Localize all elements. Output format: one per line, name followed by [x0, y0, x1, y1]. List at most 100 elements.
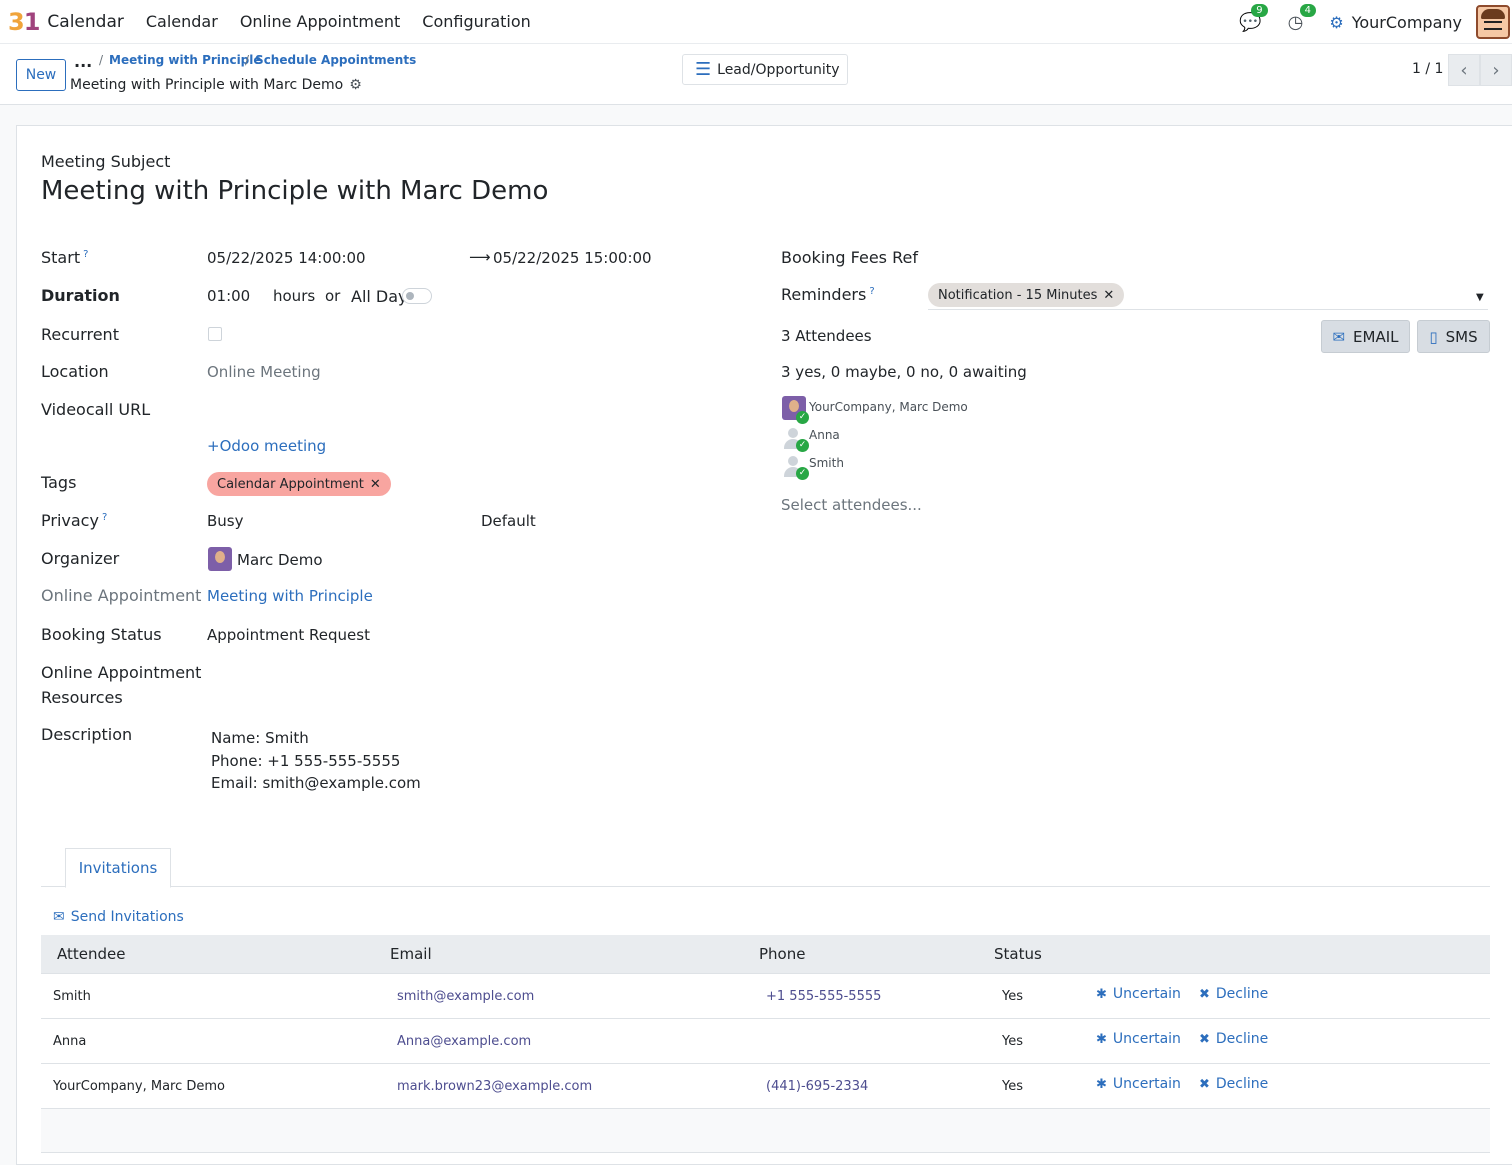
- gear-icon[interactable]: ⚙: [349, 77, 362, 93]
- cell-attendee: YourCompany, Marc Demo: [53, 1079, 226, 1094]
- uncertain-button[interactable]: ✱ Uncertain: [1096, 1076, 1181, 1092]
- help-icon[interactable]: ?: [869, 286, 874, 297]
- duration-field[interactable]: 01:00: [207, 287, 250, 305]
- asterisk-icon: ✱: [1096, 1032, 1107, 1047]
- remove-tag-icon[interactable]: ✕: [370, 477, 381, 492]
- tab-invitations[interactable]: Invitations: [65, 848, 171, 888]
- times-circle-icon: ✖: [1199, 987, 1210, 1002]
- menu-calendar[interactable]: Calendar: [146, 12, 218, 31]
- table-header: Attendee Email Phone Status: [41, 935, 1490, 974]
- app-name[interactable]: Calendar: [47, 12, 123, 32]
- cell-attendee: Smith: [53, 989, 91, 1004]
- odoo-meeting-link[interactable]: +Odoo meeting: [207, 437, 326, 455]
- cell-email[interactable]: mark.brown23@example.com: [397, 1079, 592, 1094]
- record-title: Meeting with Principle with Marc Demo ⚙: [70, 77, 362, 93]
- column-status[interactable]: Status: [994, 945, 1042, 963]
- resources-label-line1: Online Appointment: [41, 663, 202, 682]
- recurrent-label: Recurrent: [41, 325, 119, 344]
- company-name[interactable]: YourCompany: [1352, 13, 1462, 32]
- description-line[interactable]: Name: Smith: [211, 729, 309, 747]
- uncertain-button[interactable]: ✱ Uncertain: [1096, 986, 1181, 1002]
- privacy-field[interactable]: Default: [481, 512, 536, 530]
- accepted-icon: ✓: [796, 467, 809, 480]
- messages-icon[interactable]: 💬 9: [1239, 3, 1268, 33]
- help-icon[interactable]: ?: [102, 512, 107, 523]
- start-label: Start?: [41, 248, 89, 267]
- description-line[interactable]: Email: smith@example.com: [211, 774, 421, 792]
- table-row[interactable]: Smith smith@example.com +1 555-555-5555 …: [41, 974, 1490, 1019]
- activities-icon[interactable]: ◷ 4: [1288, 3, 1317, 33]
- help-icon[interactable]: ?: [83, 249, 88, 260]
- show-as-field[interactable]: Busy: [207, 512, 244, 530]
- cell-status: Yes: [1002, 1034, 1023, 1049]
- envelope-icon: ✉: [1332, 327, 1346, 346]
- cell-attendee: Anna: [53, 1034, 87, 1049]
- resources-label-line2: Resources: [41, 688, 123, 707]
- menu-configuration[interactable]: Configuration: [422, 12, 531, 31]
- reminders-label: Reminders?: [781, 285, 875, 304]
- attendees-count: 3 Attendees: [781, 327, 872, 345]
- videocall-label: Videocall URL: [41, 400, 151, 419]
- lead-opportunity-button[interactable]: ☰ Lead/Opportunity: [682, 54, 848, 85]
- organizer-label: Organizer: [41, 549, 120, 568]
- allday-label: All Day: [351, 287, 408, 306]
- calendar-app-icon[interactable]: 31: [8, 8, 40, 36]
- breadcrumb-meeting-with-principle[interactable]: / Meeting with Principle: [99, 53, 262, 67]
- cell-email[interactable]: smith@example.com: [397, 989, 534, 1004]
- cell-status: Yes: [1002, 989, 1023, 1004]
- tag-calendar-appointment: Calendar Appointment ✕: [207, 472, 391, 496]
- email-button[interactable]: ✉ EMAIL: [1321, 320, 1410, 353]
- asterisk-icon: ✱: [1096, 1077, 1107, 1092]
- decline-button[interactable]: ✖ Decline: [1199, 1031, 1268, 1047]
- attendee-name[interactable]: Smith: [809, 456, 844, 470]
- table-row[interactable]: YourCompany, Marc Demo mark.brown23@exam…: [41, 1064, 1490, 1109]
- decline-button[interactable]: ✖ Decline: [1199, 1076, 1268, 1092]
- company-switch-icon[interactable]: ⚙: [1329, 13, 1343, 32]
- subject-field[interactable]: Meeting with Principle with Marc Demo: [41, 176, 548, 206]
- breadcrumb-more[interactable]: ...: [74, 52, 92, 71]
- pager-previous-button[interactable]: ‹: [1448, 54, 1480, 86]
- decline-button[interactable]: ✖ Decline: [1199, 986, 1268, 1002]
- times-circle-icon: ✖: [1199, 1077, 1210, 1092]
- allday-toggle[interactable]: [402, 288, 432, 304]
- envelope-icon: ✉: [53, 909, 65, 925]
- sms-button[interactable]: ▯ SMS: [1417, 320, 1490, 353]
- stop-field[interactable]: 05/22/2025 15:00:00: [493, 249, 652, 267]
- remove-reminder-icon[interactable]: ✕: [1103, 288, 1114, 303]
- breadcrumb-schedule-appointments[interactable]: / Schedule Appointments: [245, 53, 416, 67]
- subject-label: Meeting Subject: [41, 152, 171, 171]
- organizer-field[interactable]: Marc Demo: [237, 551, 323, 569]
- pager-value[interactable]: 1 / 1: [1412, 61, 1443, 77]
- form-sheet: Meeting Subject Meeting with Principle w…: [16, 125, 1512, 1165]
- cell-email[interactable]: Anna@example.com: [397, 1034, 531, 1049]
- cell-phone[interactable]: (441)-695-2334: [766, 1079, 868, 1094]
- hours-label: hours: [273, 287, 316, 305]
- reminder-tag: Notification - 15 Minutes ✕: [928, 283, 1125, 307]
- column-phone[interactable]: Phone: [759, 945, 805, 963]
- accepted-icon: ✓: [796, 439, 809, 452]
- column-email[interactable]: Email: [390, 945, 432, 963]
- top-navbar: 31 Calendar Calendar Online Appointment …: [0, 0, 1512, 44]
- uncertain-button[interactable]: ✱ Uncertain: [1096, 1031, 1181, 1047]
- attendee-name[interactable]: YourCompany, Marc Demo: [809, 400, 968, 414]
- recurrent-checkbox[interactable]: [208, 327, 222, 341]
- cell-status: Yes: [1002, 1079, 1023, 1094]
- new-button[interactable]: New: [16, 59, 66, 91]
- online-appointment-link[interactable]: Meeting with Principle: [207, 587, 373, 605]
- select-attendees-input[interactable]: Select attendees...: [781, 496, 922, 514]
- cell-phone[interactable]: +1 555-555-5555: [766, 989, 881, 1004]
- arrow-right-icon: ⟶: [469, 248, 491, 266]
- table-row[interactable]: Anna Anna@example.com Yes ✱ Uncertain ✖ De…: [41, 1019, 1490, 1064]
- user-avatar[interactable]: [1476, 5, 1510, 39]
- booking-status-field[interactable]: Appointment Request: [207, 626, 370, 644]
- pager-next-button[interactable]: ›: [1480, 54, 1512, 86]
- description-line[interactable]: Phone: +1 555-555-5555: [211, 752, 400, 770]
- caret-down-icon[interactable]: ▼: [1476, 292, 1484, 303]
- column-attendee[interactable]: Attendee: [57, 945, 125, 963]
- menu-online-appointment[interactable]: Online Appointment: [240, 12, 400, 31]
- send-invitations-button[interactable]: ✉ Send Invitations: [53, 909, 184, 925]
- location-field[interactable]: Online Meeting: [207, 363, 321, 381]
- messages-badge: 9: [1251, 3, 1268, 17]
- attendee-name[interactable]: Anna: [809, 428, 840, 442]
- start-field[interactable]: 05/22/2025 14:00:00: [207, 249, 366, 267]
